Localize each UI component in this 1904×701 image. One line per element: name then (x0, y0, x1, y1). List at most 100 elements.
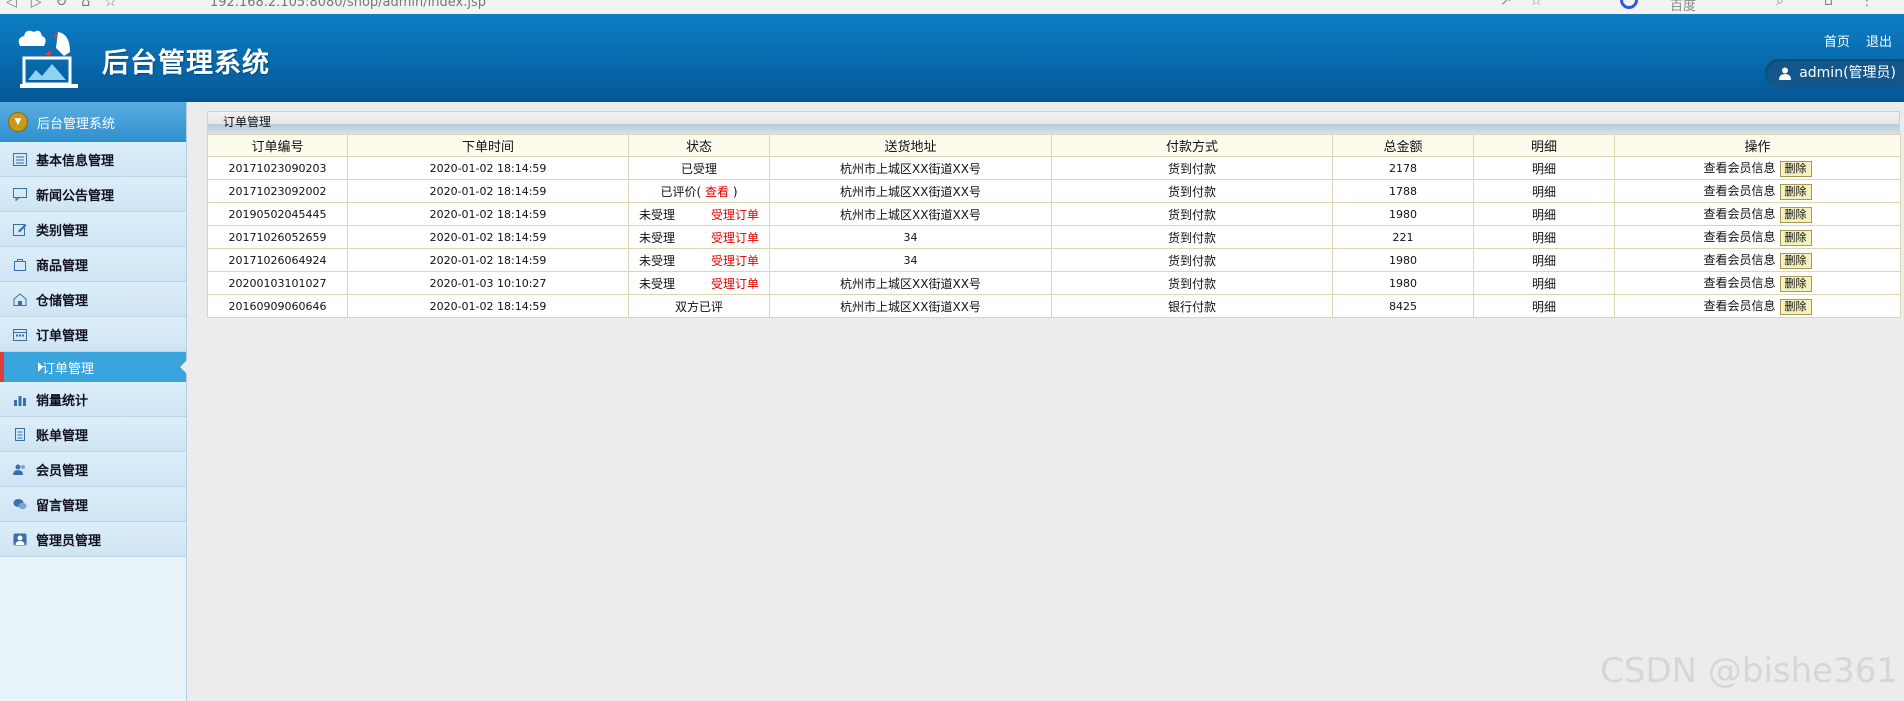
order-detail-link[interactable]: 明细 (1473, 294, 1615, 318)
order-time: 2020-01-02 18:14:59 (347, 294, 629, 318)
status-text: 未受理 (639, 276, 676, 291)
sidebar-item-messages[interactable]: 留言管理 (0, 487, 186, 522)
delete-button[interactable]: 删除 (1779, 299, 1812, 315)
col-order-id: 订单编号 (207, 134, 348, 157)
bar-chart-icon (12, 392, 28, 407)
order-status: 未受理 受理订单 (628, 271, 770, 295)
order-status: 双方已评 (628, 294, 770, 318)
calendar-icon (12, 327, 28, 342)
order-total: 8425 (1332, 294, 1474, 318)
sidebar-item-admins[interactable]: 管理员管理 (0, 522, 186, 557)
order-address: 34 (769, 248, 1052, 272)
order-detail-link[interactable]: 明细 (1473, 248, 1615, 272)
order-management-panel: 订单管理 订单编号 下单时间 状态 送货地址 付款方式 总金额 明细 操作 20… (207, 111, 1901, 318)
orders-table: 订单编号 下单时间 状态 送货地址 付款方式 总金额 明细 操作 2017102… (207, 134, 1901, 318)
order-total: 1980 (1332, 248, 1474, 272)
view-member-link[interactable]: 查看会员信息 (1703, 299, 1775, 313)
accept-order-link[interactable]: 受理订单 (711, 229, 759, 246)
sidebar-item-label: 订单管理 (36, 328, 89, 344)
order-detail-link[interactable]: 明细 (1473, 202, 1615, 226)
order-time: 2020-01-02 18:14:59 (347, 179, 629, 203)
order-time: 2020-01-02 18:14:59 (347, 156, 629, 180)
sidebar-item-orders[interactable]: 订单管理 (0, 317, 186, 352)
cart-icon[interactable]: ⌂ (1824, 0, 1833, 9)
order-payment: 货到付款 (1051, 271, 1333, 295)
user-badge[interactable]: admin(管理员) (1765, 59, 1904, 87)
order-actions: 查看会员信息 删除 (1614, 271, 1901, 295)
delete-button[interactable]: 删除 (1779, 253, 1812, 269)
sidebar-item-label: 类别管理 (36, 223, 89, 239)
view-member-link[interactable]: 查看会员信息 (1703, 276, 1775, 290)
sidebar-item-sales-stats[interactable]: 销量统计 (0, 382, 186, 417)
edit-icon (12, 222, 28, 237)
order-detail-link[interactable]: 明细 (1473, 156, 1615, 180)
delete-button[interactable]: 删除 (1779, 207, 1812, 223)
delete-button[interactable]: 删除 (1779, 230, 1812, 246)
table-row: 20171026052659 2020-01-02 18:14:59 未受理 受理… (207, 225, 1901, 249)
sidebar-item-members[interactable]: 会员管理 (0, 452, 186, 487)
status-text: 未受理 (639, 253, 676, 268)
order-address: 杭州市上城区XX街道XX号 (769, 156, 1052, 180)
order-id: 20190502045445 (207, 202, 348, 226)
sidebar-item-warehouse[interactable]: 仓储管理 (0, 282, 186, 317)
view-member-link[interactable]: 查看会员信息 (1703, 230, 1775, 244)
order-status: 已受理 (628, 156, 770, 180)
order-payment: 银行付款 (1051, 294, 1333, 318)
admin-icon (12, 532, 28, 547)
delete-button[interactable]: 删除 (1779, 184, 1812, 200)
col-actions: 操作 (1614, 134, 1901, 157)
view-member-link[interactable]: 查看会员信息 (1703, 184, 1775, 198)
delete-button[interactable]: 删除 (1779, 161, 1812, 177)
sidebar-item-news[interactable]: 新闻公告管理 (0, 177, 186, 212)
sidebar-header-label: 后台管理系统 (37, 116, 116, 132)
order-actions: 查看会员信息 删除 (1614, 156, 1901, 180)
order-detail-link[interactable]: 明细 (1473, 179, 1615, 203)
sidebar: ▼ 后台管理系统 基本信息管理 新闻公告管理 类别管理 商品管理 仓储管理 订单… (0, 102, 187, 701)
order-id: 20171026064924 (207, 248, 348, 272)
sidebar-item-bills[interactable]: 账单管理 (0, 417, 186, 452)
sidebar-item-label: 仓储管理 (36, 293, 89, 309)
rocket-logo-icon (18, 30, 78, 88)
order-detail-link[interactable]: 明细 (1473, 225, 1615, 249)
view-review-link[interactable]: 查看 (705, 185, 729, 199)
order-actions: 查看会员信息 删除 (1614, 248, 1901, 272)
search-engine-label[interactable]: 百度 (1670, 0, 1696, 14)
view-member-link[interactable]: 查看会员信息 (1703, 207, 1775, 221)
order-address: 34 (769, 225, 1052, 249)
sidebar-subitem-orders[interactable]: 订单管理 (0, 352, 187, 382)
home-link[interactable]: 首页 (1824, 35, 1850, 50)
panel-title: 订单管理 (207, 111, 1900, 134)
order-actions: 查看会员信息 删除 (1614, 179, 1901, 203)
star-icon[interactable]: ☆ (1530, 0, 1543, 9)
accept-order-link[interactable]: 受理订单 (711, 252, 759, 269)
view-member-link[interactable]: 查看会员信息 (1703, 161, 1775, 175)
table-header-row: 订单编号 下单时间 状态 送货地址 付款方式 总金额 明细 操作 (207, 134, 1901, 157)
magnifier-icon[interactable]: ⌕ (1776, 0, 1784, 9)
sidebar-header[interactable]: ▼ 后台管理系统 (0, 102, 186, 142)
sidebar-item-label: 销量统计 (36, 393, 89, 409)
table-row: 20171023092002 2020-01-02 18:14:59 已评价( … (207, 179, 1901, 203)
users-icon (12, 462, 28, 477)
address-bar[interactable]: 192.168.2.105:8080/shop/admin/index.jsp (210, 0, 486, 10)
order-time: 2020-01-02 18:14:59 (347, 202, 629, 226)
browser-nav-icons[interactable]: ◁▷↻⌂☆ (6, 0, 131, 10)
accept-order-link[interactable]: 受理订单 (711, 206, 759, 223)
status-text: 已评价( (660, 184, 702, 199)
list-icon (12, 152, 28, 167)
delete-button[interactable]: 删除 (1779, 276, 1812, 292)
accept-order-link[interactable]: 受理订单 (711, 275, 759, 292)
order-detail-link[interactable]: 明细 (1473, 271, 1615, 295)
view-member-link[interactable]: 查看会员信息 (1703, 253, 1775, 267)
order-address: 杭州市上城区XX街道XX号 (769, 294, 1052, 318)
document-icon (12, 427, 28, 442)
order-id: 20200103101027 (207, 271, 348, 295)
share-icon[interactable]: ↗ (1500, 0, 1512, 9)
col-total: 总金额 (1332, 134, 1474, 157)
sidebar-item-category[interactable]: 类别管理 (0, 212, 186, 247)
more-icon[interactable]: ⋮ (1860, 0, 1874, 9)
message-icon (12, 187, 28, 202)
logout-link[interactable]: 退出 (1866, 35, 1892, 50)
order-payment: 货到付款 (1051, 202, 1333, 226)
sidebar-item-basic-info[interactable]: 基本信息管理 (0, 142, 186, 177)
sidebar-item-product[interactable]: 商品管理 (0, 247, 186, 282)
